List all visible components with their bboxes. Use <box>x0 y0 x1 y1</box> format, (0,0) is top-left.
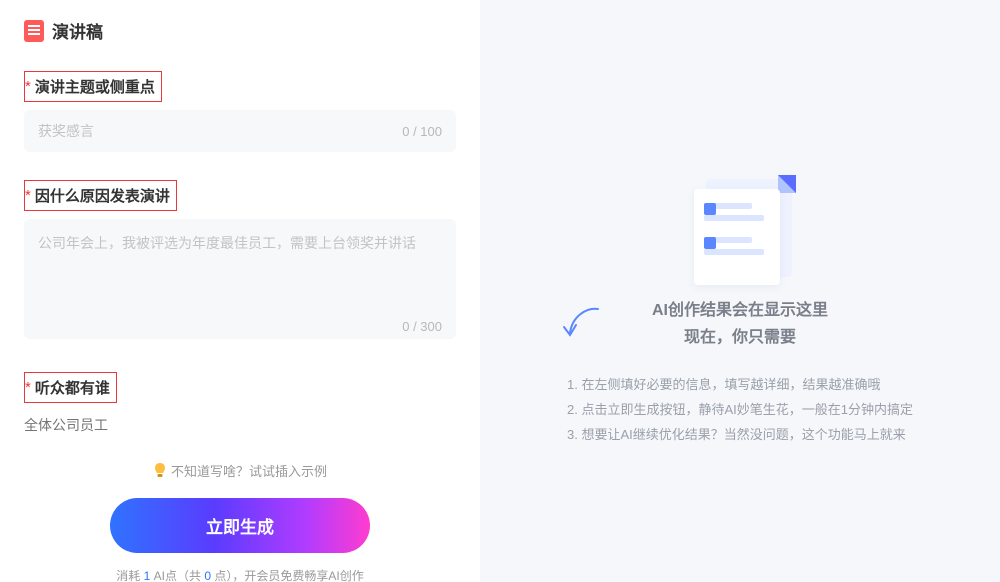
tip-item: 1. 在左侧填好必要的信息，填写越详细，结果越准确哦 <box>567 373 913 398</box>
required-star-icon: * <box>25 78 31 95</box>
document-illustration-icon <box>680 175 800 285</box>
tip-item: 3. 想要让AI继续优化结果？当然没问题，这个功能马上就来 <box>567 423 913 448</box>
speech-doc-icon <box>24 20 44 42</box>
membership-link[interactable]: 开会员免费畅享AI创作 <box>244 569 363 582</box>
result-panel: AI创作结果会在显示这里 现在，你只需要 1. 在左侧填好必要的信息，填写越详细… <box>480 0 1000 582</box>
page-title: 演讲稿 <box>52 18 103 43</box>
tip-list: 1. 在左侧填好必要的信息，填写越详细，结果越准确哦 2. 点击立即生成按钮，静… <box>567 373 913 447</box>
field-audience: * 听众都有谁 <box>24 372 456 437</box>
topic-counter: 0 / 100 <box>402 124 442 139</box>
field-topic: * 演讲主题或侧重点 0 / 100 <box>24 71 456 152</box>
label-reason: * 因什么原因发表演讲 <box>24 180 177 211</box>
form-panel: 演讲稿 * 演讲主题或侧重点 0 / 100 * 因什么原因发表演讲 0 / 3… <box>0 0 480 582</box>
example-hint[interactable]: 不知道写啥？试试插入示例 <box>24 461 456 480</box>
required-star-icon: * <box>25 187 31 204</box>
topic-input[interactable] <box>24 110 456 152</box>
field-reason: * 因什么原因发表演讲 0 / 300 <box>24 180 456 344</box>
tip-item: 2. 点击立即生成按钮，静待AI妙笔生花，一般在1分钟内搞定 <box>567 398 913 423</box>
label-audience: * 听众都有谁 <box>24 372 117 403</box>
cost-info: 消耗 1 AI点（共 0 点），开会员免费畅享AI创作 <box>24 567 456 582</box>
reason-textarea[interactable] <box>24 219 456 339</box>
label-topic: * 演讲主题或侧重点 <box>24 71 162 102</box>
reason-counter: 0 / 300 <box>402 319 442 334</box>
label-audience-text: 听众都有谁 <box>35 377 110 398</box>
example-hint-text: 不知道写啥？试试插入示例 <box>171 461 327 480</box>
audience-input[interactable] <box>24 417 456 433</box>
required-star-icon: * <box>25 379 31 396</box>
label-reason-text: 因什么原因发表演讲 <box>35 185 170 206</box>
lightbulb-icon <box>153 462 167 480</box>
generate-button[interactable]: 立即生成 <box>110 498 370 553</box>
curly-arrow-icon <box>558 303 606 347</box>
label-topic-text: 演讲主题或侧重点 <box>35 76 155 97</box>
page-header: 演讲稿 <box>24 18 456 43</box>
result-heading: AI创作结果会在显示这里 现在，你只需要 <box>570 297 910 351</box>
